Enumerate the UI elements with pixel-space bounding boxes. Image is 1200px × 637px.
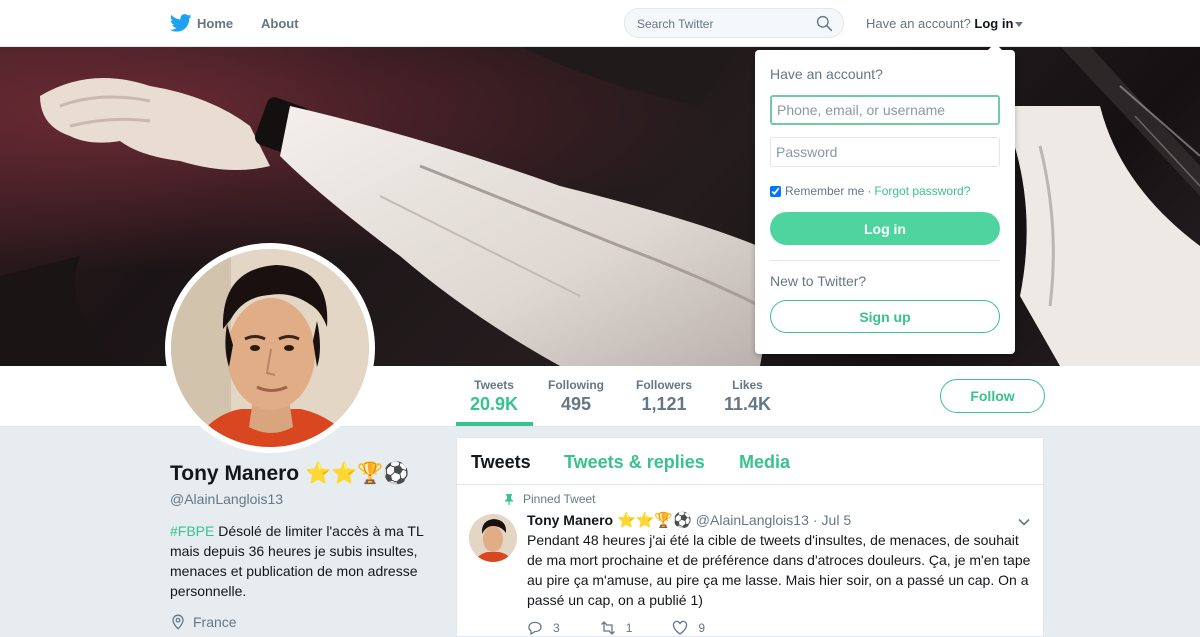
location-pin-icon: [172, 614, 184, 630]
top-nav: Home About Have an account? Log in: [0, 0, 1200, 47]
password-field[interactable]: [770, 137, 1000, 167]
pinned-text: Pinned Tweet: [523, 492, 596, 506]
remember-me-label[interactable]: Remember me: [785, 184, 864, 198]
stat-followers[interactable]: Followers 1,121: [636, 378, 692, 416]
active-stat-underline: [456, 422, 533, 426]
login-link-label: Log in: [974, 16, 1014, 31]
remember-separator: ·: [867, 184, 872, 198]
stat-tweets[interactable]: Tweets 20.9K: [470, 378, 518, 416]
profile-name: Tony Manero ⭐⭐🏆⚽: [170, 461, 410, 486]
location-text: France: [193, 614, 237, 630]
tweet-header: Tony Manero ⭐⭐🏆⚽ @AlainLanglois13 · Jul …: [527, 511, 851, 529]
nav-about-link[interactable]: About: [261, 16, 299, 31]
new-to-twitter-text: New to Twitter?: [770, 273, 867, 289]
retweet-count: 1: [625, 621, 633, 635]
tab-tweets-replies[interactable]: Tweets & replies: [564, 452, 705, 473]
signup-button[interactable]: Sign up: [770, 300, 1000, 333]
twitter-bird-icon: [170, 14, 192, 32]
tab-media[interactable]: Media: [739, 452, 790, 473]
stat-label: Followers: [636, 378, 693, 392]
login-button[interactable]: Log in: [770, 212, 1000, 245]
remember-row: Remember me · Forgot password?: [770, 184, 970, 198]
pin-icon: [505, 494, 513, 505]
search-icon[interactable]: [816, 15, 833, 32]
stat-value: 11.4K: [724, 394, 772, 414]
tweet-separator: ·: [812, 512, 818, 528]
have-account-text: Have an account?: [866, 16, 971, 31]
stat-likes[interactable]: Likes 11.4K: [724, 378, 771, 416]
tweet-author-name[interactable]: Tony Manero: [527, 512, 613, 528]
forgot-password-link[interactable]: Forgot password?: [874, 184, 970, 198]
nav-home-label: Home: [197, 15, 234, 31]
tweet-date[interactable]: Jul 5: [822, 512, 852, 528]
dropdown-divider: [770, 260, 1000, 261]
stat-label: Tweets: [474, 378, 514, 392]
stat-following[interactable]: Following 495: [548, 378, 604, 416]
nav-home-link[interactable]: Home: [170, 13, 233, 33]
tweet-text: Pendant 48 heures j'ai été la cible de t…: [527, 532, 1031, 608]
tweet-author-emoji: ⭐⭐🏆⚽: [617, 511, 692, 529]
timeline-tabs: Tweets Tweets & replies Media: [457, 438, 1043, 485]
search-input[interactable]: [635, 15, 809, 33]
login-dropdown-toggle[interactable]: Log in: [974, 16, 1024, 31]
stat-label: Following: [548, 378, 604, 392]
reply-button[interactable]: 3: [527, 620, 560, 636]
retweet-button[interactable]: 1: [600, 620, 633, 636]
profile-name-text: Tony Manero: [170, 462, 300, 485]
like-button[interactable]: 9: [672, 620, 705, 636]
login-dropdown: Have an account? Remember me · Forgot pa…: [755, 43, 1015, 354]
caret-down-icon: [1015, 22, 1024, 28]
heart-icon: [673, 620, 688, 635]
profile-bio: #FBPE Désolé de limiter l'accès à ma TL …: [170, 521, 440, 601]
follow-button[interactable]: Follow: [940, 379, 1045, 413]
stat-value: 1,121: [641, 394, 687, 414]
login-prompt: Have an account? Log in: [866, 16, 1024, 31]
chevron-down-icon[interactable]: [1017, 515, 1031, 529]
tweet-avatar[interactable]: [469, 514, 517, 562]
tweet-actions: 3 1 9: [527, 620, 745, 636]
bio-hashtag-link[interactable]: #FBPE: [170, 523, 214, 539]
stat-label: Likes: [732, 378, 763, 392]
like-count: 9: [698, 621, 706, 635]
profile-location: France: [170, 614, 237, 630]
profile-avatar[interactable]: [165, 243, 375, 453]
tab-tweets[interactable]: Tweets: [471, 452, 531, 473]
profile-handle: @AlainLanglois13: [170, 491, 284, 507]
stat-value: 20.9K: [470, 394, 519, 414]
tweet-author-handle[interactable]: @AlainLanglois13: [696, 512, 809, 528]
stat-value: 495: [560, 394, 592, 414]
search-box: [624, 8, 844, 38]
dropdown-heading: Have an account?: [770, 66, 883, 82]
remember-me-checkbox[interactable]: [770, 185, 781, 197]
reply-count: 3: [553, 621, 560, 635]
reply-icon: [528, 621, 542, 636]
profile-name-emoji: ⭐⭐🏆⚽: [304, 461, 410, 485]
timeline: Tweets Tweets & replies Media Pinned Twe…: [456, 437, 1044, 637]
username-field[interactable]: [770, 95, 1000, 125]
avatar-image: [171, 249, 369, 447]
retweet-icon: [600, 621, 615, 635]
pinned-tweet-label: Pinned Tweet: [503, 492, 596, 506]
